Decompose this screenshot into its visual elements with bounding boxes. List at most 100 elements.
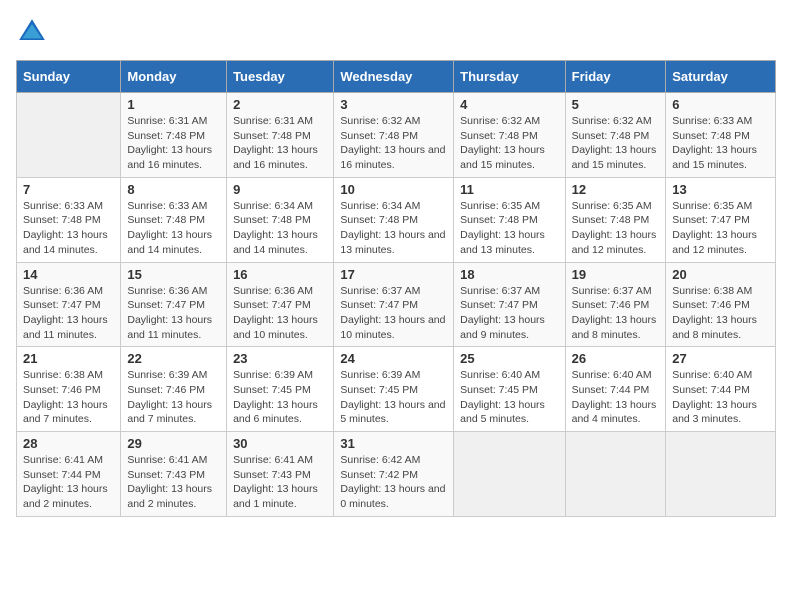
- calendar-cell: 22 Sunrise: 6:39 AMSunset: 7:46 PMDayligh…: [121, 347, 227, 432]
- day-info: Sunrise: 6:39 AMSunset: 7:45 PMDaylight:…: [233, 368, 327, 427]
- calendar-cell: 13 Sunrise: 6:35 AMSunset: 7:47 PMDayligh…: [666, 177, 776, 262]
- day-number: 7: [23, 182, 114, 197]
- calendar-cell: [666, 432, 776, 517]
- calendar-cell: 1Sunrise: 6:31 AMSunset: 7:48 PMDaylight…: [121, 93, 227, 178]
- calendar-cell: 26 Sunrise: 6:40 AMSunset: 7:44 PMDayligh…: [565, 347, 666, 432]
- calendar-week-row: 14 Sunrise: 6:36 AMSunset: 7:47 PMDayligh…: [17, 262, 776, 347]
- calendar-cell: 2 Sunrise: 6:31 AMSunset: 7:48 PMDaylight…: [227, 93, 334, 178]
- calendar-cell: 12Sunrise: 6:35 AMSunset: 7:48 PMDayligh…: [565, 177, 666, 262]
- day-info: Sunrise: 6:37 AMSunset: 7:47 PMDaylight:…: [340, 284, 447, 343]
- day-info: Sunrise: 6:34 AMSunset: 7:48 PMDaylight:…: [233, 199, 327, 258]
- day-number: 28: [23, 436, 114, 451]
- day-number: 15: [127, 267, 220, 282]
- day-header-monday: Monday: [121, 61, 227, 93]
- day-number: 2: [233, 97, 327, 112]
- day-number: 4: [460, 97, 558, 112]
- calendar-cell: [17, 93, 121, 178]
- day-info: Sunrise: 6:31 AMSunset: 7:48 PMDaylight:…: [233, 114, 327, 173]
- day-info: Sunrise: 6:40 AMSunset: 7:44 PMDaylight:…: [572, 368, 660, 427]
- calendar-cell: 6 Sunrise: 6:33 AMSunset: 7:48 PMDaylight…: [666, 93, 776, 178]
- day-number: 9: [233, 182, 327, 197]
- day-info: Sunrise: 6:35 AMSunset: 7:48 PMDaylight:…: [460, 199, 558, 258]
- calendar-week-row: 7 Sunrise: 6:33 AMSunset: 7:48 PMDaylight…: [17, 177, 776, 262]
- calendar-week-row: 21 Sunrise: 6:38 AMSunset: 7:46 PMDayligh…: [17, 347, 776, 432]
- day-info: Sunrise: 6:32 AMSunset: 7:48 PMDaylight:…: [572, 114, 660, 173]
- day-number: 26: [572, 351, 660, 366]
- day-info: Sunrise: 6:32 AMSunset: 7:48 PMDaylight:…: [460, 114, 558, 173]
- day-info: Sunrise: 6:38 AMSunset: 7:46 PMDaylight:…: [23, 368, 114, 427]
- day-info: Sunrise: 6:39 AMSunset: 7:45 PMDaylight:…: [340, 368, 447, 427]
- calendar-cell: 29 Sunrise: 6:41 AMSunset: 7:43 PMDayligh…: [121, 432, 227, 517]
- calendar-cell: 14 Sunrise: 6:36 AMSunset: 7:47 PMDayligh…: [17, 262, 121, 347]
- day-header-tuesday: Tuesday: [227, 61, 334, 93]
- day-number: 18: [460, 267, 558, 282]
- day-info: Sunrise: 6:36 AMSunset: 7:47 PMDaylight:…: [127, 284, 220, 343]
- calendar-cell: 30 Sunrise: 6:41 AMSunset: 7:43 PMDayligh…: [227, 432, 334, 517]
- day-number: 19: [572, 267, 660, 282]
- day-number: 11: [460, 182, 558, 197]
- day-info: Sunrise: 6:42 AMSunset: 7:42 PMDaylight:…: [340, 453, 447, 512]
- calendar-cell: 15 Sunrise: 6:36 AMSunset: 7:47 PMDayligh…: [121, 262, 227, 347]
- day-info: Sunrise: 6:37 AMSunset: 7:46 PMDaylight:…: [572, 284, 660, 343]
- calendar-cell: 10 Sunrise: 6:34 AMSunset: 7:48 PMDayligh…: [334, 177, 454, 262]
- day-header-saturday: Saturday: [666, 61, 776, 93]
- day-number: 5: [572, 97, 660, 112]
- day-info: Sunrise: 6:36 AMSunset: 7:47 PMDaylight:…: [23, 284, 114, 343]
- day-number: 30: [233, 436, 327, 451]
- day-info: Sunrise: 6:34 AMSunset: 7:48 PMDaylight:…: [340, 199, 447, 258]
- day-number: 13: [672, 182, 769, 197]
- day-number: 16: [233, 267, 327, 282]
- day-number: 1: [127, 97, 220, 112]
- logo-icon: [16, 16, 48, 48]
- calendar-cell: 31Sunrise: 6:42 AMSunset: 7:42 PMDayligh…: [334, 432, 454, 517]
- day-number: 27: [672, 351, 769, 366]
- calendar-week-row: 1 Sunrise: 6:31 AMSunset: 7:48 PMDaylight…: [17, 93, 776, 178]
- calendar-cell: 20Sunrise: 6:38 AMSunset: 7:46 PMDayligh…: [666, 262, 776, 347]
- day-header-sunday: Sunday: [17, 61, 121, 93]
- day-number: 25: [460, 351, 558, 366]
- day-number: 22: [127, 351, 220, 366]
- day-header-wednesday: Wednesday: [334, 61, 454, 93]
- day-info: Sunrise: 6:37 AMSunset: 7:47 PMDaylight:…: [460, 284, 558, 343]
- day-header-thursday: Thursday: [454, 61, 565, 93]
- day-number: 17: [340, 267, 447, 282]
- calendar-cell: 24 Sunrise: 6:39 AMSunset: 7:45 PMDayligh…: [334, 347, 454, 432]
- calendar-cell: [565, 432, 666, 517]
- day-info: Sunrise: 6:36 AMSunset: 7:47 PMDaylight:…: [233, 284, 327, 343]
- day-number: 29: [127, 436, 220, 451]
- day-info: Sunrise: 6:41 AMSunset: 7:43 PMDaylight:…: [233, 453, 327, 512]
- day-number: 21: [23, 351, 114, 366]
- day-number: 6: [672, 97, 769, 112]
- calendar-table: SundayMondayTuesdayWednesdayThursdayFrid…: [16, 60, 776, 517]
- day-number: 14: [23, 267, 114, 282]
- day-info: Sunrise: 6:33 AMSunset: 7:48 PMDaylight:…: [672, 114, 769, 173]
- day-header-friday: Friday: [565, 61, 666, 93]
- calendar-cell: 19 Sunrise: 6:37 AMSunset: 7:46 PMDayligh…: [565, 262, 666, 347]
- calendar-cell: [454, 432, 565, 517]
- calendar-cell: 16 Sunrise: 6:36 AMSunset: 7:47 PMDayligh…: [227, 262, 334, 347]
- calendar-cell: 17 Sunrise: 6:37 AMSunset: 7:47 PMDayligh…: [334, 262, 454, 347]
- calendar-cell: 28 Sunrise: 6:41 AMSunset: 7:44 PMDayligh…: [17, 432, 121, 517]
- calendar-cell: 25Sunrise: 6:40 AMSunset: 7:45 PMDayligh…: [454, 347, 565, 432]
- calendar-cell: 23Sunrise: 6:39 AMSunset: 7:45 PMDayligh…: [227, 347, 334, 432]
- day-number: 20: [672, 267, 769, 282]
- day-number: 8: [127, 182, 220, 197]
- day-info: Sunrise: 6:40 AMSunset: 7:44 PMDaylight:…: [672, 368, 769, 427]
- calendar-week-row: 28 Sunrise: 6:41 AMSunset: 7:44 PMDayligh…: [17, 432, 776, 517]
- day-info: Sunrise: 6:35 AMSunset: 7:48 PMDaylight:…: [572, 199, 660, 258]
- day-info: Sunrise: 6:41 AMSunset: 7:44 PMDaylight:…: [23, 453, 114, 512]
- day-number: 24: [340, 351, 447, 366]
- day-info: Sunrise: 6:39 AMSunset: 7:46 PMDaylight:…: [127, 368, 220, 427]
- calendar-cell: 21 Sunrise: 6:38 AMSunset: 7:46 PMDayligh…: [17, 347, 121, 432]
- day-info: Sunrise: 6:33 AMSunset: 7:48 PMDaylight:…: [23, 199, 114, 258]
- logo: [16, 16, 52, 48]
- calendar-header-row: SundayMondayTuesdayWednesdayThursdayFrid…: [17, 61, 776, 93]
- day-info: Sunrise: 6:35 AMSunset: 7:47 PMDaylight:…: [672, 199, 769, 258]
- day-info: Sunrise: 6:33 AMSunset: 7:48 PMDaylight:…: [127, 199, 220, 258]
- day-number: 10: [340, 182, 447, 197]
- day-info: Sunrise: 6:41 AMSunset: 7:43 PMDaylight:…: [127, 453, 220, 512]
- calendar-cell: 18 Sunrise: 6:37 AMSunset: 7:47 PMDayligh…: [454, 262, 565, 347]
- calendar-cell: 5 Sunrise: 6:32 AMSunset: 7:48 PMDaylight…: [565, 93, 666, 178]
- calendar-cell: 8 Sunrise: 6:33 AMSunset: 7:48 PMDaylight…: [121, 177, 227, 262]
- calendar-cell: 27 Sunrise: 6:40 AMSunset: 7:44 PMDayligh…: [666, 347, 776, 432]
